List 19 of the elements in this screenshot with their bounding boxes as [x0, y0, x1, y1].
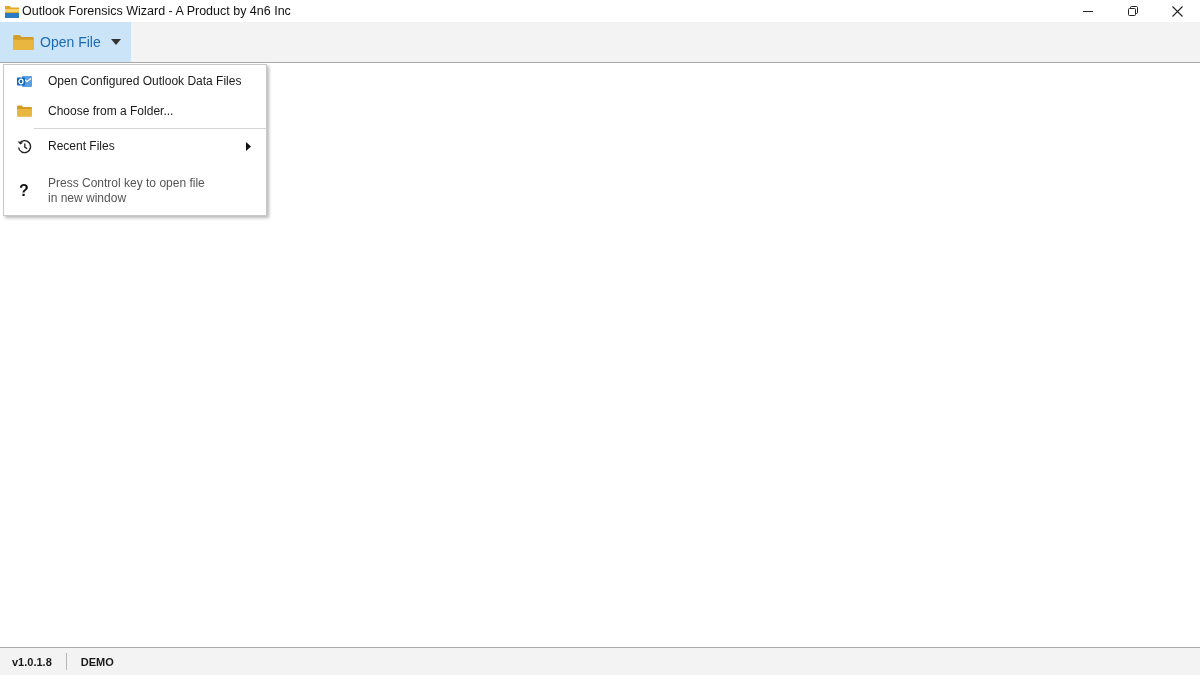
- mail-icon: [16, 74, 32, 88]
- submenu-item[interactable]: Recent Files: [4, 131, 266, 161]
- menu-item[interactable]: Open Configured Outlook Data Files: [4, 66, 266, 96]
- status-text: DEMO: [80, 655, 114, 668]
- hint-text: Press Control key to open file in new window: [48, 176, 206, 206]
- open-file-button[interactable]: Open File: [0, 22, 131, 62]
- menu-item[interactable]: Choose from a Folder...: [4, 96, 266, 126]
- caret-icon: [110, 39, 121, 45]
- minimize-icon: [1082, 10, 1093, 12]
- restore-icon: [1127, 6, 1138, 16]
- close-icon: [1172, 5, 1183, 17]
- question-mark-icon: ?: [19, 182, 29, 200]
- submenu-arrow-icon: [246, 141, 251, 151]
- app-icon: [5, 4, 19, 18]
- folder-icon: [16, 105, 32, 117]
- history-icon: [16, 138, 32, 154]
- status-text: v1.0.1.8: [12, 655, 52, 668]
- window-title: Outlook Forensics Wizard - A Product by 4n6 Inc: [22, 4, 292, 18]
- folder-icon: [13, 34, 34, 50]
